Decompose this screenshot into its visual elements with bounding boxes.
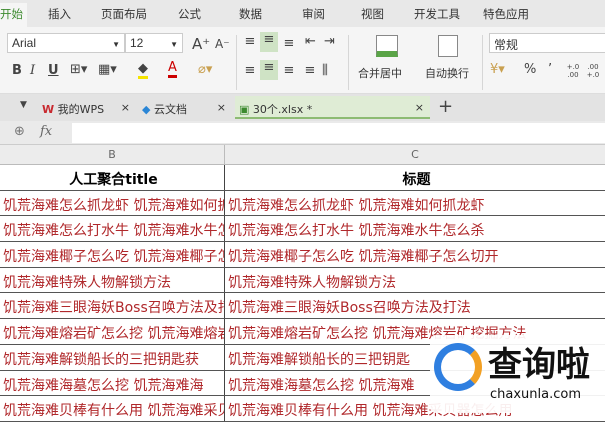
number-format-value: 常规 — [494, 38, 519, 52]
tab-my-wps[interactable]: W 我的WPS × — [38, 96, 134, 119]
column-header-b[interactable]: B — [0, 145, 225, 165]
table-row: 饥荒海难特殊人物解锁方法 饥荒海难特殊人物解锁方法 — [0, 267, 605, 294]
clear-format-icon[interactable]: ⌀▾ — [198, 62, 212, 77]
font-size-select[interactable]: 12 ▼ — [125, 33, 183, 53]
close-icon[interactable]: × — [121, 101, 130, 114]
font-color-icon[interactable]: A — [168, 60, 177, 78]
comma-button[interactable]: ’ — [548, 62, 552, 77]
tab-label: 云文档 — [153, 103, 187, 116]
zoom-icon[interactable]: ⊕ — [14, 124, 25, 139]
chevron-down-icon[interactable]: ▼ — [20, 100, 27, 110]
formula-bar: ⊕ fx — [0, 121, 605, 145]
merge-center-icon[interactable] — [376, 35, 398, 57]
cell[interactable]: 人工聚合title — [0, 165, 225, 190]
menu-home[interactable]: 开始 — [0, 3, 27, 27]
align-middle-icon[interactable]: ≡ — [260, 32, 278, 52]
merge-center-button[interactable]: 合并居中 — [358, 65, 402, 81]
font-select[interactable]: Arial ▼ — [7, 33, 125, 53]
menu-view[interactable]: 视图 — [361, 6, 384, 22]
menu-developer[interactable]: 开发工具 — [414, 6, 460, 22]
italic-icon[interactable]: I — [30, 63, 35, 78]
currency-icon[interactable]: ¥▾ — [490, 62, 505, 77]
ribbon: Arial ▼ 12 ▼ A⁺ A⁻ B I U ⊞▾ ▦▾ ◆ A ⌀▾ ≡ ≡ … — [0, 27, 605, 94]
increase-indent-icon[interactable]: ⇥ — [324, 34, 335, 49]
font-size-value: 12 — [130, 36, 144, 50]
border-icon[interactable]: ⊞▾ — [70, 62, 87, 77]
tab-label: 30个.xlsx * — [252, 103, 313, 116]
cloud-doc-icon: ◆ — [142, 103, 151, 116]
fill-color-icon[interactable]: ◆ — [138, 61, 148, 79]
cell[interactable]: 饥荒海难怎么抓龙虾 饥荒海难如何抓龙虾 — [0, 190, 225, 216]
percent-button[interactable]: % — [524, 62, 536, 77]
menu-page-layout[interactable]: 页面布局 — [101, 6, 147, 22]
table-row: 饥荒海难怎么打水牛 饥荒海难水牛怎么杀饥荒海难怎么打水牛 饥荒海难水牛怎么杀 — [0, 216, 605, 243]
cell[interactable]: 饥荒海难怎么抓龙虾 饥荒海难如何抓龙虾 — [225, 191, 605, 216]
align-center-icon[interactable]: ≡ — [260, 60, 278, 80]
tab-cloud-docs[interactable]: ◆ 云文档 × — [138, 96, 230, 119]
table-row: 饥荒海难椰子怎么吃 饥荒海难椰子怎么切开饥荒海难椰子怎么吃 饥荒海难椰子怎么切开 — [0, 242, 605, 268]
tab-active-file[interactable]: ▣ 30个.xlsx * × — [235, 96, 430, 119]
watermark-brand: 查询啦 — [488, 345, 590, 385]
new-tab-icon[interactable]: + — [438, 96, 453, 117]
wrap-text-icon[interactable] — [438, 35, 458, 57]
cell-style-icon[interactable]: ▦▾ — [98, 62, 117, 77]
table-row: 饥荒海难三眼海妖Boss召唤方法及打法 饥荒海难三眼海妖Boss召唤方法及打法 — [0, 293, 605, 320]
font-value: Arial — [12, 36, 37, 50]
menu-formula[interactable]: 公式 — [178, 6, 201, 22]
table-header-row: 人工聚合title 标题 — [0, 165, 605, 191]
wrap-text-button[interactable]: 自动换行 — [425, 65, 469, 81]
cell[interactable]: 饥荒海难怎么打水牛 饥荒海难水牛怎么杀 — [0, 216, 225, 242]
cell[interactable]: 饥荒海难解锁船长的三把钥匙获 — [0, 344, 225, 370]
number-format-select[interactable]: 常规 — [489, 33, 605, 53]
align-right-icon[interactable]: ≡ — [282, 63, 296, 78]
align-left-icon[interactable]: ≡ — [243, 63, 257, 78]
document-tabs: ▼ W 我的WPS × ◆ 云文档 × ▣ 30个.xlsx * × + — [0, 94, 605, 121]
grow-font-icon[interactable]: A⁺ — [192, 35, 210, 53]
cell[interactable]: 饥荒海难椰子怎么吃 饥荒海难椰子怎么切开 — [0, 242, 225, 267]
shrink-font-icon[interactable]: A⁻ — [215, 37, 230, 51]
cell[interactable]: 标题 — [225, 165, 605, 190]
menu-review[interactable]: 审阅 — [302, 6, 325, 22]
underline-icon[interactable]: U — [48, 63, 59, 78]
menu-insert[interactable]: 插入 — [48, 6, 71, 22]
cell[interactable]: 饥荒海难特殊人物解锁方法 — [0, 267, 225, 293]
close-icon[interactable]: × — [217, 101, 226, 114]
align-bottom-icon[interactable]: ≡ — [282, 36, 296, 51]
watermark-logo-icon — [434, 343, 482, 391]
formula-input[interactable] — [72, 123, 605, 143]
cell[interactable]: 饥荒海难贝棒有什么用 饥荒海难采贝器怎么用 — [0, 396, 225, 421]
chevron-down-icon: ▼ — [112, 40, 120, 49]
cell[interactable]: 饥荒海难熔岩矿怎么挖 饥荒海难熔岩矿挖掘方法 — [0, 319, 225, 344]
menu-data[interactable]: 数据 — [239, 6, 262, 22]
cell[interactable]: 饥荒海难三眼海妖Boss召唤方法及打法 — [0, 293, 225, 319]
close-icon[interactable]: × — [415, 101, 424, 114]
spreadsheet-icon: ▣ — [239, 103, 250, 116]
wps-logo-icon: W — [42, 103, 55, 116]
cell[interactable]: 饥荒海难怎么打水牛 饥荒海难水牛怎么杀 — [225, 216, 605, 241]
table-row: 饥荒海难怎么抓龙虾 饥荒海难如何抓龙虾饥荒海难怎么抓龙虾 饥荒海难如何抓龙虾 — [0, 190, 605, 217]
justify-icon[interactable]: ≡ — [303, 63, 317, 78]
decrease-decimal-button[interactable]: .00 +.0 — [586, 63, 600, 79]
fx-icon[interactable]: fx — [40, 124, 52, 139]
tab-label: 我的WPS — [57, 103, 105, 116]
cell[interactable]: 饥荒海难三眼海妖Boss召唤方法及打法 — [225, 293, 605, 318]
bold-icon[interactable]: B — [12, 63, 22, 78]
cell[interactable]: 饥荒海难椰子怎么吃 饥荒海难椰子怎么切开 — [225, 242, 605, 267]
cell[interactable]: 饥荒海难海墓怎么挖 饥荒海难海 — [0, 370, 225, 396]
decrease-indent-icon[interactable]: ⇤ — [305, 34, 316, 49]
menu-bar: 开始 插入 页面布局 公式 数据 审阅 视图 开发工具 特色应用 — [0, 0, 605, 27]
watermark-domain: chaxunla.com — [490, 387, 581, 402]
watermark: 查询啦 chaxunla.com — [430, 335, 605, 413]
chevron-down-icon: ▼ — [170, 40, 178, 49]
distribute-icon[interactable]: ⫼ — [322, 63, 328, 78]
menu-special[interactable]: 特色应用 — [483, 6, 529, 22]
increase-decimal-button[interactable]: +.0 .00 — [566, 63, 580, 79]
column-header-c[interactable]: C — [225, 145, 605, 165]
align-top-icon[interactable]: ≡ — [243, 34, 257, 49]
cell[interactable]: 饥荒海难特殊人物解锁方法 — [225, 268, 605, 293]
